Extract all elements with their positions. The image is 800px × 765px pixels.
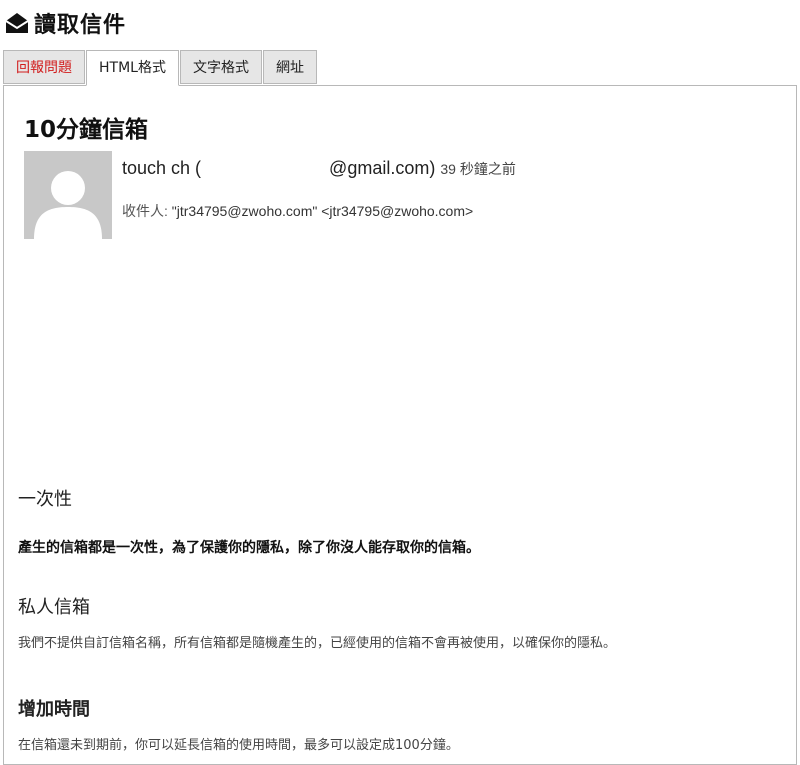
tab-text-format[interactable]: 文字格式 <box>179 50 262 84</box>
mail-time: 39 秒鐘之前 <box>440 161 516 177</box>
tab-report-problem[interactable]: 回報問題 <box>3 50 85 84</box>
tab-bar: 回報問題 HTML格式 文字格式 網址 <box>3 50 318 86</box>
mail-panel: 10分鐘信箱 touch ch ( @gmail.com) 39 秒鐘之前 收件人… <box>3 85 797 765</box>
page-title: 讀取信件 <box>34 13 127 38</box>
person-icon <box>34 171 102 239</box>
mail-subject: 10分鐘信箱 <box>24 117 149 143</box>
section-heading-disposable: 一次性 <box>18 489 72 510</box>
section-text-extend-time: 在信箱還未到期前，你可以延長信箱的使用時間，最多可以設定成100分鐘。 <box>18 738 459 753</box>
section-text-disposable: 產生的信箱都是一次性，為了保護你的隱私，除了你沒人能存取你的信箱。 <box>18 540 480 556</box>
section-text-private: 我們不提供自訂信箱名稱，所有信箱都是隨機產生的，已經使用的信箱不會再被使用，以確… <box>18 636 617 651</box>
from-email-suffix: @gmail.com) <box>329 158 436 178</box>
mail-from: touch ch ( @gmail.com) 39 秒鐘之前 <box>122 158 516 179</box>
section-heading-extend-time: 增加時間 <box>18 699 90 720</box>
tab-html-format[interactable]: HTML格式 <box>86 50 179 86</box>
envelope-open-icon <box>4 10 30 36</box>
to-label: 收件人: <box>122 203 168 219</box>
to-value: "jtr34795@zwoho.com" <jtr34795@zwoho.com… <box>171 203 474 219</box>
avatar <box>24 151 112 239</box>
from-name: touch ch ( <box>122 158 202 178</box>
section-heading-private: 私人信箱 <box>18 597 90 618</box>
tab-url[interactable]: 網址 <box>262 50 317 84</box>
page-header: 讀取信件 <box>4 6 126 40</box>
mail-to: 收件人: "jtr34795@zwoho.com" <jtr34795@zwoh… <box>122 201 473 221</box>
